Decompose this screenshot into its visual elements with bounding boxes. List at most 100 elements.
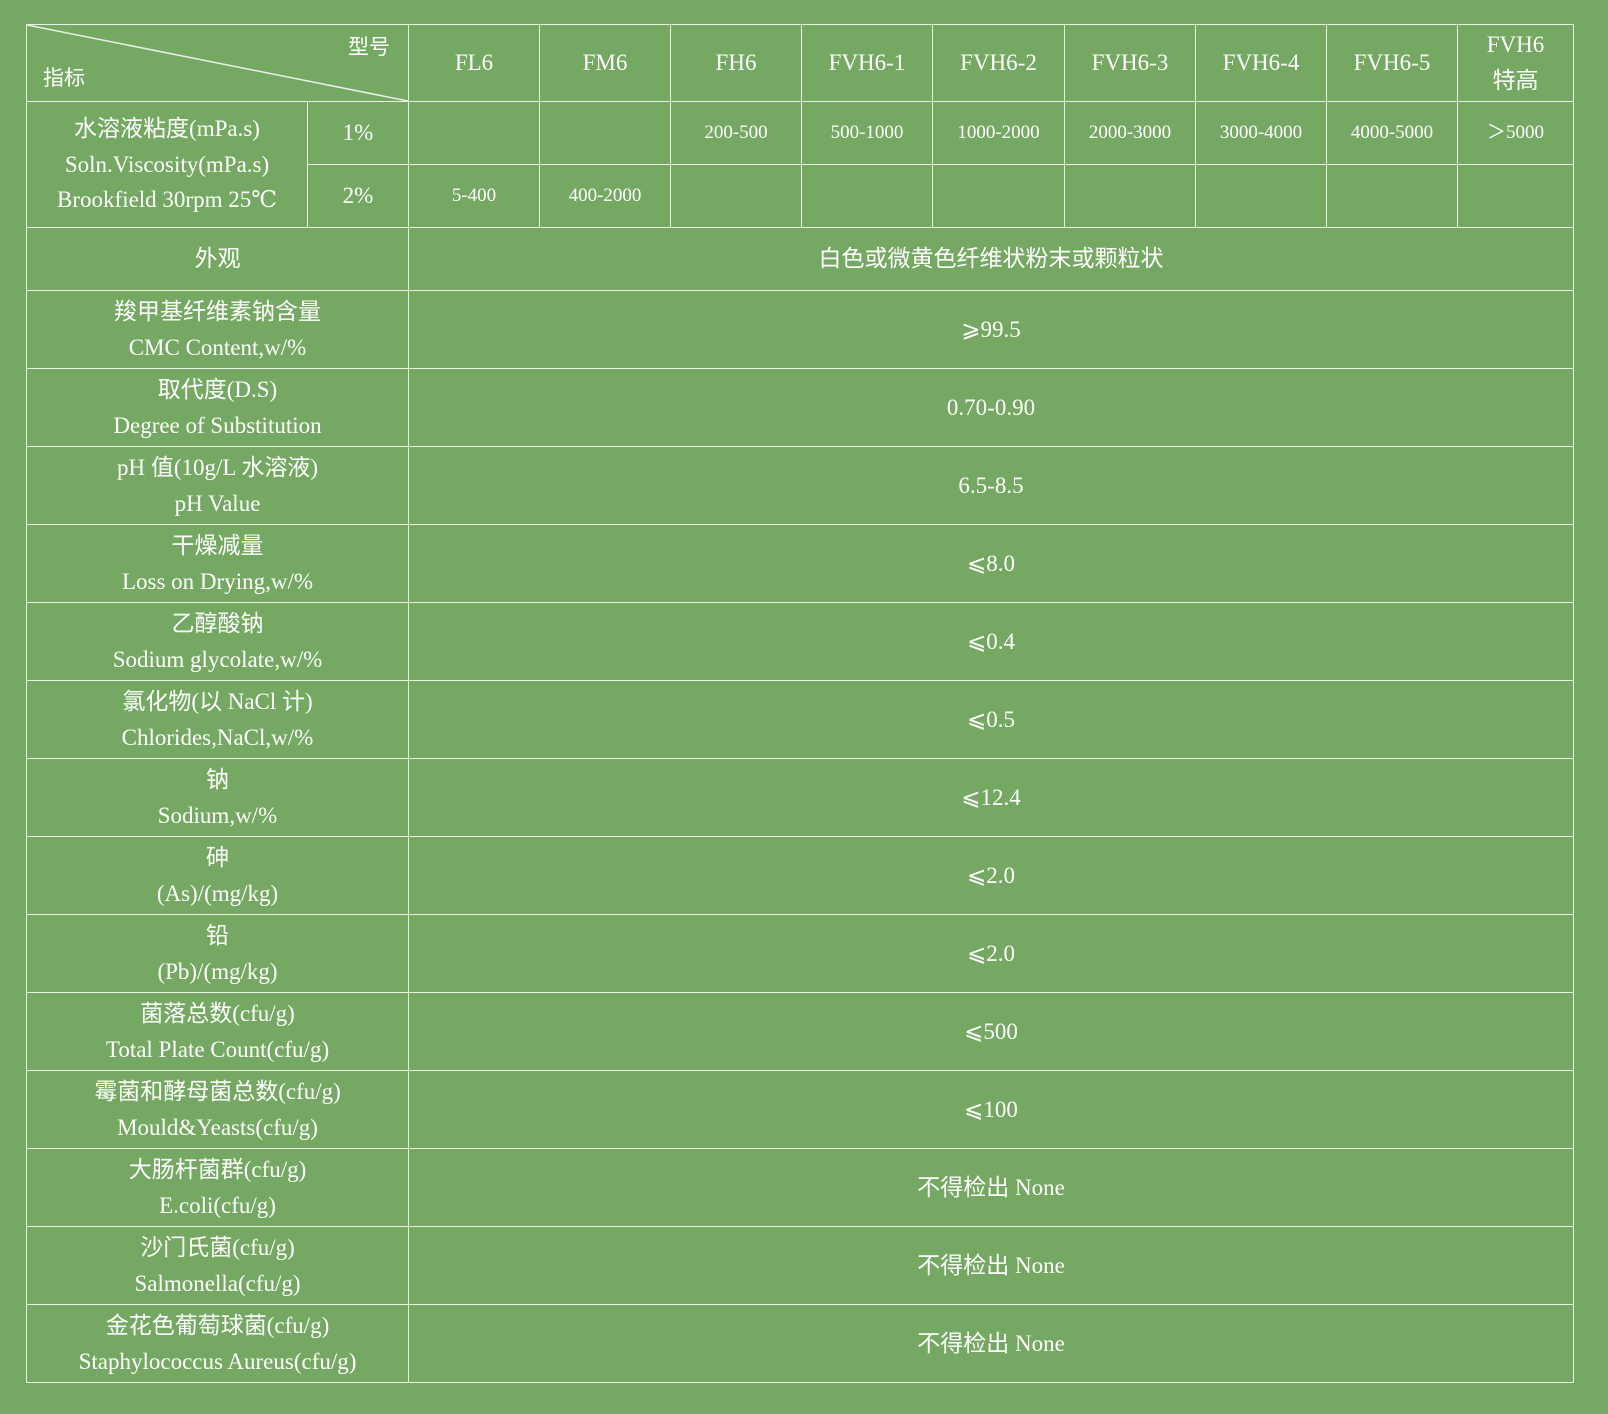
spec-value: ⩽0.4 — [408, 602, 1574, 681]
spec-row: 乙醇酸钠 Sodium glycolate,w/% ⩽0.4 — [26, 602, 1574, 681]
spec-row: 干燥减量 Loss on Drying,w/% ⩽8.0 — [26, 524, 1574, 603]
spec-label: pH 值(10g/L 水溶液) pH Value — [26, 446, 409, 525]
spec-label-en: Mould&Yeasts(cfu/g) — [117, 1114, 318, 1140]
viscosity-value — [1457, 164, 1574, 228]
spec-label-en: (Pb)/(mg/kg) — [157, 958, 278, 984]
model-header-line1: FVH6 — [1486, 32, 1545, 58]
spec-value: ⩽2.0 — [408, 914, 1574, 993]
spec-value: 不得检出 None — [408, 1304, 1574, 1383]
spec-label: 钠 Sodium,w/% — [26, 758, 409, 837]
viscosity-value — [932, 164, 1065, 228]
spec-label-en: Salmonella(cfu/g) — [134, 1270, 301, 1296]
spec-row: 羧甲基纤维素钠含量 CMC Content,w/% ⩾99.5 — [26, 290, 1574, 369]
spec-table: 型号 指标 FL6 FM6 FH6 FVH6-1 FVH6-2 FVH6-3 F… — [26, 24, 1574, 1383]
spec-row: 大肠杆菌群(cfu/g) E.coli(cfu/g) 不得检出 None — [26, 1148, 1574, 1227]
spec-label-en: Staphylococcus Aureus(cfu/g) — [78, 1348, 357, 1374]
spec-label: 霉菌和酵母菌总数(cfu/g) Mould&Yeasts(cfu/g) — [26, 1070, 409, 1149]
spec-label-en: Loss on Drying,w/% — [121, 568, 314, 594]
spec-label-en: Chlorides,NaCl,w/% — [121, 724, 314, 750]
spec-label-en: Sodium glycolate,w/% — [112, 646, 323, 672]
spec-label-en: pH Value — [174, 490, 261, 516]
spec-label-en: Degree of Substitution — [113, 412, 322, 438]
spec-value: 6.5-8.5 — [408, 446, 1574, 525]
spec-value: 0.70-0.90 — [408, 368, 1574, 447]
spec-label-cn: 氯化物(以 NaCl 计) — [122, 688, 313, 714]
corner-index-label: 指标 — [43, 66, 85, 91]
spec-label-cn: 羧甲基纤维素钠含量 — [114, 298, 321, 324]
model-header: FH6 — [670, 24, 802, 102]
viscosity-value — [670, 164, 802, 228]
spec-value: ⩽0.5 — [408, 680, 1574, 759]
spec-label-cn: 砷 — [206, 844, 229, 870]
spec-label: 大肠杆菌群(cfu/g) E.coli(cfu/g) — [26, 1148, 409, 1227]
spec-label-cn: 取代度(D.S) — [157, 376, 278, 402]
viscosity-value — [1326, 164, 1458, 228]
model-header: FVH6-4 — [1195, 24, 1327, 102]
spec-value: ⩽12.4 — [408, 758, 1574, 837]
spec-label-cn: 沙门氏菌(cfu/g) — [140, 1234, 295, 1260]
viscosity-value — [408, 101, 540, 165]
spec-label: 铅 (Pb)/(mg/kg) — [26, 914, 409, 993]
appearance-row: 外观 白色或微黄色纤维状粉末或颗粒状 — [26, 227, 1574, 291]
spec-label-en: (As)/(mg/kg) — [156, 880, 279, 906]
viscosity-label-cn: 水溶液粘度(mPa.s) — [74, 116, 260, 142]
model-header-special: FVH6 特高 — [1457, 24, 1574, 102]
spec-label-en: E.coli(cfu/g) — [159, 1192, 276, 1218]
spec-row: 取代度(D.S) Degree of Substitution 0.70-0.90 — [26, 368, 1574, 447]
spec-row: 砷 (As)/(mg/kg) ⩽2.0 — [26, 836, 1574, 915]
spec-label: 干燥减量 Loss on Drying,w/% — [26, 524, 409, 603]
header-row: 型号 指标 FL6 FM6 FH6 FVH6-1 FVH6-2 FVH6-3 F… — [26, 24, 1574, 102]
viscosity-value: 500-1000 — [801, 101, 933, 165]
model-header-line2: 特高 — [1492, 68, 1539, 93]
spec-value: ⩽2.0 — [408, 836, 1574, 915]
appearance-value: 白色或微黄色纤维状粉末或颗粒状 — [408, 227, 1574, 291]
spec-label: 羧甲基纤维素钠含量 CMC Content,w/% — [26, 290, 409, 369]
model-header: FVH6-2 — [932, 24, 1065, 102]
model-header: FM6 — [539, 24, 671, 102]
spec-value: 不得检出 None — [408, 1148, 1574, 1227]
viscosity-value: ＞5000 — [1457, 101, 1574, 165]
viscosity-value: 3000-4000 — [1195, 101, 1327, 165]
spec-row: 沙门氏菌(cfu/g) Salmonella(cfu/g) 不得检出 None — [26, 1226, 1574, 1305]
spec-label-cn: 乙醇酸钠 — [171, 610, 264, 636]
viscosity-value — [539, 101, 671, 165]
spec-label: 砷 (As)/(mg/kg) — [26, 836, 409, 915]
viscosity-label-method: Brookfield 30rpm 25℃ — [57, 187, 277, 213]
spec-label: 菌落总数(cfu/g) Total Plate Count(cfu/g) — [26, 992, 409, 1071]
spec-label-cn: 金花色葡萄球菌(cfu/g) — [105, 1312, 330, 1338]
spec-label-cn: pH 值(10g/L 水溶液) — [116, 454, 318, 480]
spec-label: 氯化物(以 NaCl 计) Chlorides,NaCl,w/% — [26, 680, 409, 759]
spec-label-cn: 干燥减量 — [171, 532, 264, 558]
spec-label: 取代度(D.S) Degree of Substitution — [26, 368, 409, 447]
concentration-cell: 2% — [307, 164, 409, 228]
viscosity-row-1: 水溶液粘度(mPa.s) Soln.Viscosity(mPa.s) Brook… — [26, 101, 1574, 228]
viscosity-value — [801, 164, 933, 228]
spec-label-cn: 铅 — [206, 922, 229, 948]
spec-label-en: Sodium,w/% — [157, 802, 278, 828]
spec-row: 菌落总数(cfu/g) Total Plate Count(cfu/g) ⩽500 — [26, 992, 1574, 1071]
spec-label-cn: 钠 — [206, 766, 229, 792]
spec-label: 沙门氏菌(cfu/g) Salmonella(cfu/g) — [26, 1226, 409, 1305]
spec-label-cn: 霉菌和酵母菌总数(cfu/g) — [94, 1078, 341, 1104]
spec-label-cn: 大肠杆菌群(cfu/g) — [128, 1156, 307, 1182]
model-header: FVH6-5 — [1326, 24, 1458, 102]
spec-row: 铅 (Pb)/(mg/kg) ⩽2.0 — [26, 914, 1574, 993]
spec-value: ⩾99.5 — [408, 290, 1574, 369]
appearance-label: 外观 — [26, 227, 409, 291]
viscosity-value — [1064, 164, 1196, 228]
model-header: FVH6-1 — [801, 24, 933, 102]
corner-cell: 型号 指标 — [26, 24, 409, 102]
viscosity-label-en: Soln.Viscosity(mPa.s) — [64, 151, 270, 177]
spec-row: 金花色葡萄球菌(cfu/g) Staphylococcus Aureus(cfu/… — [26, 1304, 1574, 1383]
spec-value: ⩽500 — [408, 992, 1574, 1071]
spec-row: 钠 Sodium,w/% ⩽12.4 — [26, 758, 1574, 837]
spec-value: 不得检出 None — [408, 1226, 1574, 1305]
model-header: FL6 — [408, 24, 540, 102]
spec-value: ⩽8.0 — [408, 524, 1574, 603]
viscosity-label: 水溶液粘度(mPa.s) Soln.Viscosity(mPa.s) Brook… — [26, 101, 308, 228]
viscosity-value — [1195, 164, 1327, 228]
spec-label-en: Total Plate Count(cfu/g) — [105, 1036, 330, 1062]
concentration-cell: 1% — [307, 101, 409, 165]
model-header: FVH6-3 — [1064, 24, 1196, 102]
viscosity-value: 1000-2000 — [932, 101, 1065, 165]
